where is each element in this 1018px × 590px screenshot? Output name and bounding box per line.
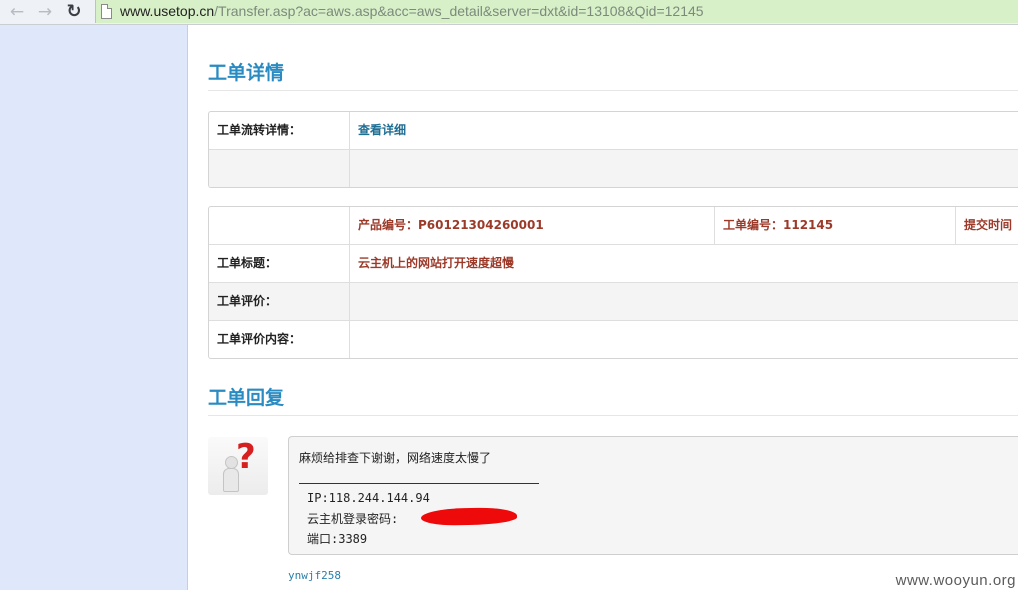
main-content: 工单详情 工单流转详情： 查看详细 产品编号：P60121304260001 工… [188,25,1018,590]
table-row: 产品编号：P60121304260001 工单编号：112145 提交时间 [209,207,1018,244]
question-mark-icon: ? [236,437,256,477]
page-icon [101,4,112,19]
ticket-rating-value [349,283,1018,320]
reply-section-title: 工单回复 [208,387,285,409]
empty-label-cell [209,150,349,187]
table-row: 工单标题： 云主机上的网站打开速度超慢 [209,244,1018,282]
table-row: 工单流转详情： 查看详细 [209,112,1018,149]
empty-value-cell [349,150,1018,187]
url-path: /Transfer.asp?ac=aws.asp&acc=aws_detail&… [214,3,704,19]
browser-toolbar: ← → ↻ www.usetop.cn/Transfer.asp?ac=aws.… [0,0,1018,25]
ticket-number: 工单编号：112145 [714,207,955,244]
sidebar [0,25,188,590]
detail-section-title: 工单详情 [208,62,285,84]
flow-label: 工单流转详情： [217,123,302,137]
back-arrow-icon[interactable]: ← [6,1,28,23]
table-row: 工单评价： [209,282,1018,320]
rating-content-value [349,321,1018,358]
info-table: 产品编号：P60121304260001 工单编号：112145 提交时间 工单… [208,206,1018,359]
redaction-mark [420,507,518,526]
user-avatar: ? [208,437,268,495]
section-divider [208,90,1018,91]
reload-icon[interactable]: ↻ [63,1,85,23]
reply-message: 麻烦给排查下谢谢，网络速度太慢了 [299,451,492,465]
ticket-title-label: 工单标题： [217,256,278,270]
empty-label-cell [209,207,349,244]
table-row: 工单评价内容： [209,320,1018,358]
url-host: www.usetop.cn [120,3,215,19]
flow-value-cell: 查看详细 [349,112,1018,149]
address-bar[interactable]: www.usetop.cn/Transfer.asp?ac=aws.asp&ac… [95,0,1018,23]
flow-table: 工单流转详情： 查看详细 [208,111,1018,188]
ip-line: IP:118.244.144.94 [307,491,430,505]
ticket-rating-label: 工单评价： [217,294,278,308]
submit-time-label: 提交时间 [955,207,1018,244]
forward-arrow-icon[interactable]: → [34,1,56,23]
password-label: 云主机登录密码: [307,512,399,526]
reply-bubble: 麻烦给排查下谢谢，网络速度太慢了 IP:118.244.144.94 云主机登录… [288,436,1018,555]
message-divider [299,483,539,484]
reply-author[interactable]: ynwjf258 [288,569,341,582]
port-line: 端口:3389 [307,532,368,546]
product-number: 产品编号：P60121304260001 [349,207,714,244]
view-details-link[interactable]: 查看详细 [358,123,406,137]
url-text: www.usetop.cn/Transfer.asp?ac=aws.asp&ac… [120,2,704,21]
table-row [209,149,1018,187]
watermark: www.wooyun.org [895,572,1016,589]
ticket-title-value: 云主机上的网站打开速度超慢 [349,245,1018,282]
section-divider [208,415,1018,416]
rating-content-label: 工单评价内容： [217,332,302,346]
